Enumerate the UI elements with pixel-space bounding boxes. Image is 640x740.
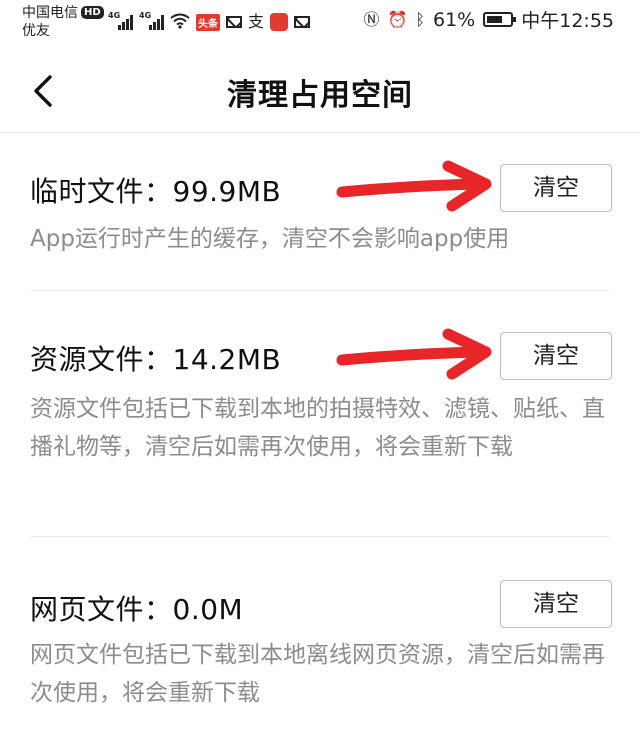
signal-icon: 4G: [108, 11, 133, 30]
status-bar: 中国电信 HD 优友 4G 4G 头条 支 Ⓝ ⏰ ᛒ 61% 中午12:55: [0, 0, 640, 48]
battery-icon: [483, 12, 517, 27]
resource-files-title: 资源文件：14.2MB: [30, 343, 282, 376]
page-title: 清理占用空间: [227, 78, 413, 113]
status-icons-right: Ⓝ ⏰ ᛒ 61% 中午12:55: [363, 6, 614, 33]
mail-icon: [226, 16, 242, 28]
carrier-secondary: 优友: [22, 23, 50, 39]
alipay-icon: 支: [248, 12, 265, 31]
carrier-name: 中国电信: [22, 5, 78, 21]
signal-type-label: 4G: [108, 11, 121, 20]
mail-icon-2: [294, 16, 311, 28]
section-divider: [30, 290, 610, 291]
signal-icon-2: 4G: [139, 11, 164, 30]
battery-percent: 61%: [433, 8, 476, 31]
news-app-icon: 头条: [196, 13, 220, 31]
signal-type-label-2: 4G: [139, 11, 152, 20]
wifi-icon: [170, 13, 190, 32]
section-divider-2: [30, 536, 610, 537]
carrier-info: 中国电信 HD 优友: [22, 4, 104, 40]
temp-files-description: App运行时产生的缓存，清空不会影响app使用: [30, 226, 510, 252]
clear-resource-files-button[interactable]: 清空: [500, 332, 612, 380]
web-files-title: 网页文件：0.0M: [30, 593, 244, 626]
clear-temp-files-button[interactable]: 清空: [500, 164, 612, 212]
temp-files-title: 临时文件：99.9MB: [30, 175, 282, 208]
alarm-icon: ⏰: [387, 9, 408, 29]
web-files-description: 网页文件包括已下载到本地离线网页资源，清空后如需再次使用，将会重新下载: [30, 642, 605, 706]
red-arrow-annotation: [336, 160, 492, 212]
clock: 中午12:55: [521, 10, 614, 32]
hd-badge: HD: [81, 6, 104, 19]
clear-web-files-button[interactable]: 清空: [500, 580, 612, 628]
status-icons-left: 4G 4G 头条 支: [108, 10, 311, 34]
bluetooth-icon: ᛒ: [415, 9, 425, 29]
nav-bar: 清理占用空间: [0, 48, 640, 133]
resource-files-description: 资源文件包括已下载到本地的拍摄特效、滤镜、贴纸、直播礼物等，清空后如需再次使用，…: [30, 396, 605, 460]
nfc-icon: Ⓝ: [363, 9, 380, 29]
red-arrow-annotation-2: [336, 328, 492, 380]
app-notification-icon: [270, 13, 289, 31]
